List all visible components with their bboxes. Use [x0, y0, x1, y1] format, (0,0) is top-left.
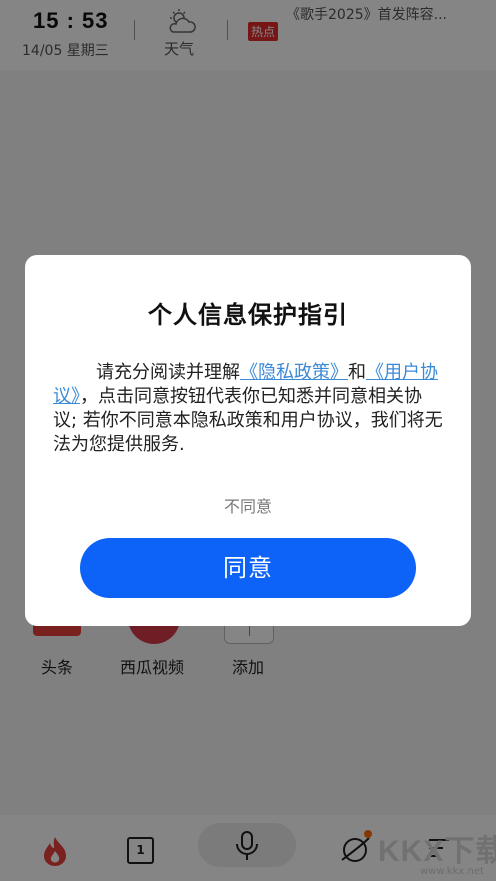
body-rest: ，点击同意按钮代表你已知悉并同意相关协议; 若你不同意本隐私政策和用户协议，我们…	[53, 386, 443, 455]
dialog-title: 个人信息保护指引	[148, 301, 348, 329]
privacy-policy-link[interactable]: 《隐私政策》	[240, 362, 348, 383]
body-intro: 请充分阅读并理解	[96, 362, 240, 383]
privacy-dialog: 个人信息保护指引 请充分阅读并理解《隐私政策》和《用户协议》，点击同意按钮代表你…	[25, 255, 471, 626]
home-screen: 15 : 53 14/05 星期三 天气 热点 《歌手2025》首发阵容... …	[0, 0, 496, 881]
dialog-body: 请充分阅读并理解《隐私政策》和《用户协议》，点击同意按钮代表你已知悉并同意相关协…	[53, 361, 445, 457]
agree-button[interactable]: 同意	[80, 538, 416, 598]
body-and: 和	[348, 362, 366, 383]
disagree-button[interactable]: 不同意	[25, 493, 471, 517]
